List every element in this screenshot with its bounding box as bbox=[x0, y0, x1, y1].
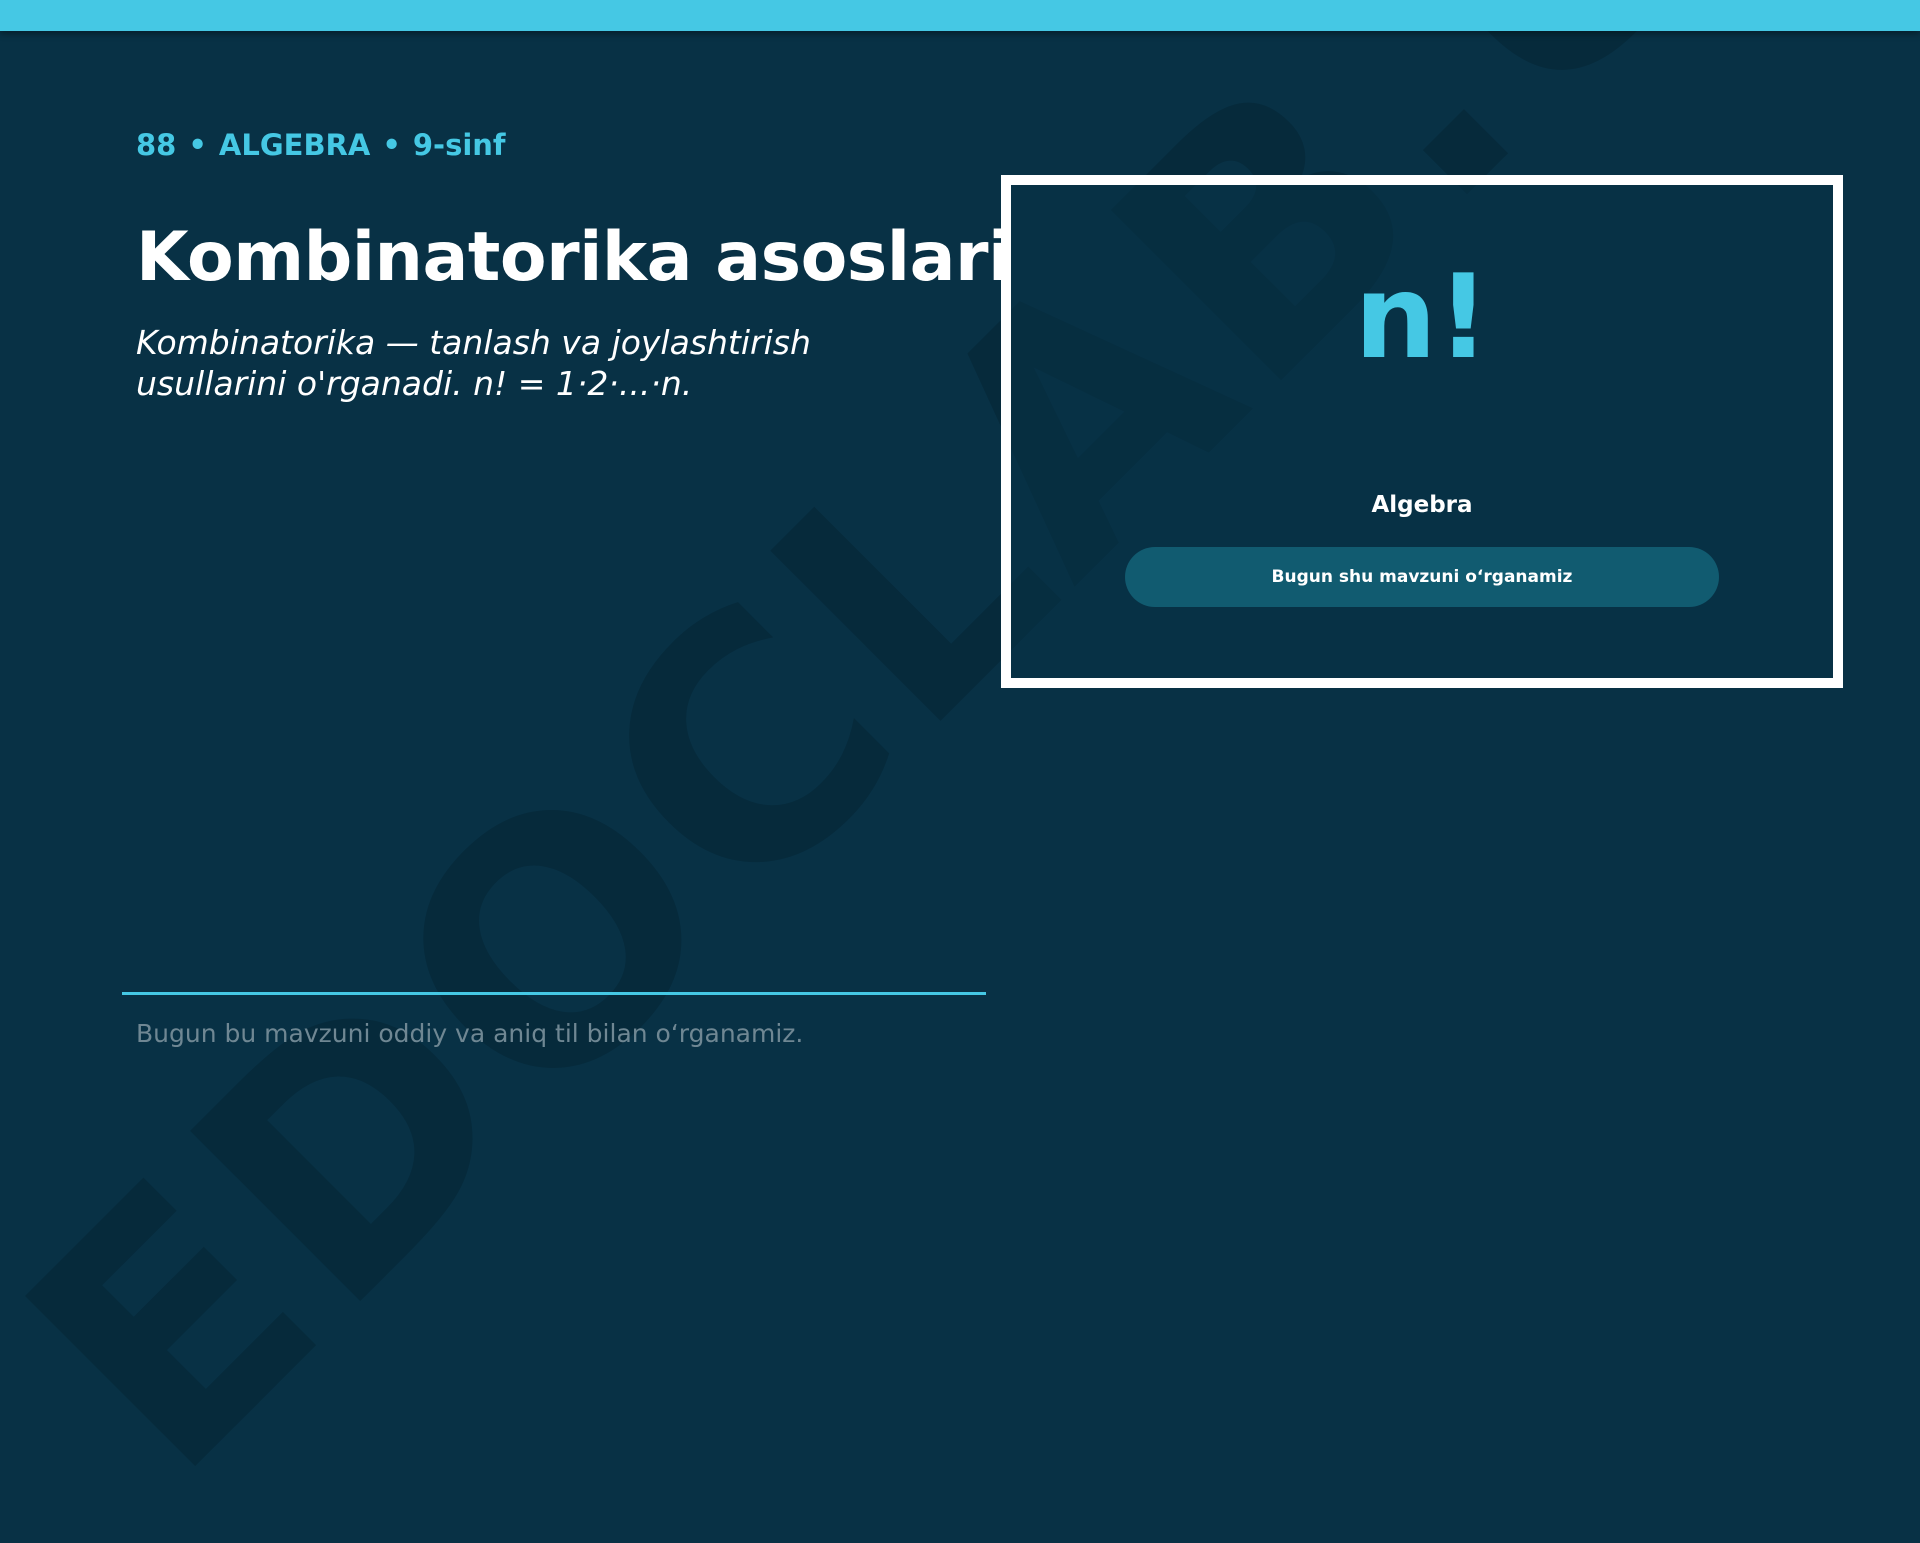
lesson-description: Kombinatorika — tanlash va joylashtirish… bbox=[136, 323, 811, 403]
topic-card: n! Algebra Bugun shu mavzuni o‘rganamiz bbox=[1001, 175, 1843, 688]
lesson-subject: ALGEBRA bbox=[218, 128, 371, 162]
page-title: Kombinatorika asoslari bbox=[136, 218, 1011, 297]
lesson-kicker: 88 • ALGEBRA • 9-sinf bbox=[136, 128, 506, 162]
footer-divider bbox=[122, 992, 986, 995]
start-lesson-button[interactable]: Bugun shu mavzuni o‘rganamiz bbox=[1125, 547, 1719, 607]
factorial-symbol: n! bbox=[1354, 250, 1490, 385]
lesson-grade: 9-sinf bbox=[412, 128, 506, 162]
kicker-separator: • bbox=[188, 128, 207, 162]
lesson-number: 88 bbox=[136, 128, 177, 162]
kicker-separator: • bbox=[382, 128, 401, 162]
card-subject-label: Algebra bbox=[1371, 492, 1473, 518]
slide-content: 88 • ALGEBRA • 9-sinf Kombinatorika asoslari… bbox=[0, 0, 1920, 1080]
top-accent-bar bbox=[0, 0, 1920, 31]
footer-note: Bugun bu mavzuni oddiy va aniq til bilan… bbox=[136, 1019, 804, 1048]
